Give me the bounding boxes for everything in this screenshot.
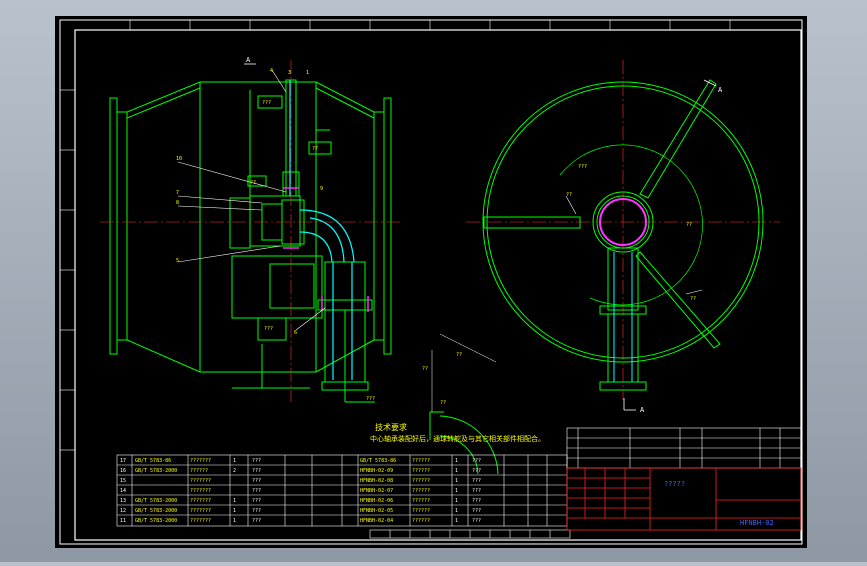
- svg-text:7: 7: [176, 190, 179, 196]
- bom-cell-n1: 17: [120, 458, 126, 464]
- cad-drawing: 10 7 8 5 4 6 3 1 9 ????? ?????? ?? ???? ?????…: [55, 16, 807, 548]
- bom-cell-c2: ???????: [190, 488, 211, 494]
- svg-text:1: 1: [306, 70, 309, 76]
- svg-text:??: ??: [566, 192, 572, 198]
- bom-cell-n4: 1: [455, 498, 458, 504]
- svg-text:??: ??: [690, 296, 696, 302]
- svg-text:10: 10: [176, 156, 182, 162]
- bom-cell-c4: ??????: [412, 488, 430, 494]
- bom-cell-m2: ???: [472, 488, 481, 494]
- bom-cell-c3: HFNBH-02-06: [360, 498, 393, 504]
- bom-cell-m2: ???: [472, 498, 481, 504]
- bom-cell-c1: GB/T 5783-2000: [135, 468, 177, 474]
- bom-cell-n2: 1: [233, 498, 236, 504]
- bom-cell-c1: GB/T 5783-2000: [135, 508, 177, 514]
- bom-cell-c2: ???????: [190, 478, 211, 484]
- bom-cell-m1: ???: [252, 508, 261, 514]
- bom-cell-c3: HFNBH-02-09: [360, 468, 393, 474]
- svg-text:??: ??: [440, 400, 446, 406]
- bom-cell-n4: 1: [455, 488, 458, 494]
- cad-viewport[interactable]: 10 7 8 5 4 6 3 1 9 ????? ?????? ?? ???? ?? ?…: [0, 0, 867, 562]
- svg-text:6: 6: [294, 330, 297, 336]
- bom-cell-n2: 1: [233, 518, 236, 524]
- svg-text:??: ??: [456, 352, 462, 358]
- tech-notes-body: 中心轴承装配好后，通球转舵及与其它相关部件相配合。: [370, 434, 545, 443]
- bom-cell-c3: HFNBH-02-05: [360, 508, 393, 514]
- bom-cell-m2: ???: [472, 468, 481, 474]
- bom-cell-m1: ???: [252, 488, 261, 494]
- bom-cell-c2: ???????: [190, 508, 211, 514]
- bom-cell-m1: ???: [252, 468, 261, 474]
- bom-cell-c4: ??????: [412, 478, 430, 484]
- bom-cell-c4: ??????: [412, 498, 430, 504]
- svg-text:??: ??: [422, 366, 428, 372]
- bom-cell-n4: 1: [455, 458, 458, 464]
- bom-cell-c3: HFNBH-02-04: [360, 518, 393, 524]
- svg-text:???: ???: [262, 100, 271, 106]
- tech-notes-title: 技术要求: [375, 422, 407, 432]
- bom-cell-m1: ???: [252, 518, 261, 524]
- bom-cell-c1: GB/T 5783-2000: [135, 498, 177, 504]
- bom-cell-c3: HFNBH-02-08: [360, 478, 393, 484]
- bom-cell-m1: ???: [252, 478, 261, 484]
- bom-cell-c2: ???????: [190, 518, 211, 524]
- svg-text:??: ??: [312, 146, 318, 152]
- bom-cell-c2: ??????: [190, 468, 208, 474]
- title-block-name: ?????: [664, 480, 685, 488]
- bom-cell-m2: ???: [472, 458, 481, 464]
- bom-cell-c4: ??????: [412, 508, 430, 514]
- svg-text:9: 9: [320, 186, 323, 192]
- bom-cell-c3: GB/T 5783-86: [360, 458, 396, 464]
- svg-text:8: 8: [176, 200, 179, 206]
- bom-cell-m1: ???: [252, 498, 261, 504]
- bom-cell-n4: 1: [455, 478, 458, 484]
- svg-text:???: ???: [366, 396, 375, 402]
- svg-text:??: ??: [250, 180, 256, 186]
- svg-text:???: ???: [264, 326, 273, 332]
- svg-text:3: 3: [288, 70, 291, 76]
- bom-cell-c2: ???????: [190, 458, 211, 464]
- title-block-drawing-number: HFNBH-02: [740, 519, 774, 527]
- bom-cell-c4: ??????: [412, 468, 430, 474]
- bom-cell-n4: 1: [455, 468, 458, 474]
- bom-cell-n4: 1: [455, 518, 458, 524]
- bom-cell-n1: 14: [120, 488, 126, 494]
- bom-cell-m1: ???: [252, 458, 261, 464]
- svg-text:5: 5: [176, 258, 179, 264]
- bom-cell-m2: ???: [472, 518, 481, 524]
- bom-cell-m2: ???: [472, 478, 481, 484]
- svg-text:??: ??: [686, 222, 692, 228]
- bom-cell-n2: 2: [233, 468, 236, 474]
- bom-cell-m2: ???: [472, 508, 481, 514]
- bom-cell-n1: 12: [120, 508, 126, 514]
- svg-text:???: ???: [578, 164, 587, 170]
- bom-cell-n1: 11: [120, 518, 126, 524]
- bom-cell-c4: ??????: [412, 518, 430, 524]
- bom-cell-c4: ??????: [412, 458, 430, 464]
- bom-cell-c2: ???????: [190, 498, 211, 504]
- bom-cell-n1: 13: [120, 498, 126, 504]
- bom-cell-n4: 1: [455, 508, 458, 514]
- bom-cell-c1: GB/T 5783-86: [135, 458, 171, 464]
- svg-text:4: 4: [270, 68, 273, 74]
- bom-cell-c3: HFNBH-02-07: [360, 488, 393, 494]
- bom-cell-n1: 15: [120, 478, 126, 484]
- bom-cell-n2: 1: [233, 458, 236, 464]
- bom-cell-c1: GB/T 5783-2000: [135, 518, 177, 524]
- bom-cell-n1: 16: [120, 468, 126, 474]
- bom-cell-n2: 1: [233, 508, 236, 514]
